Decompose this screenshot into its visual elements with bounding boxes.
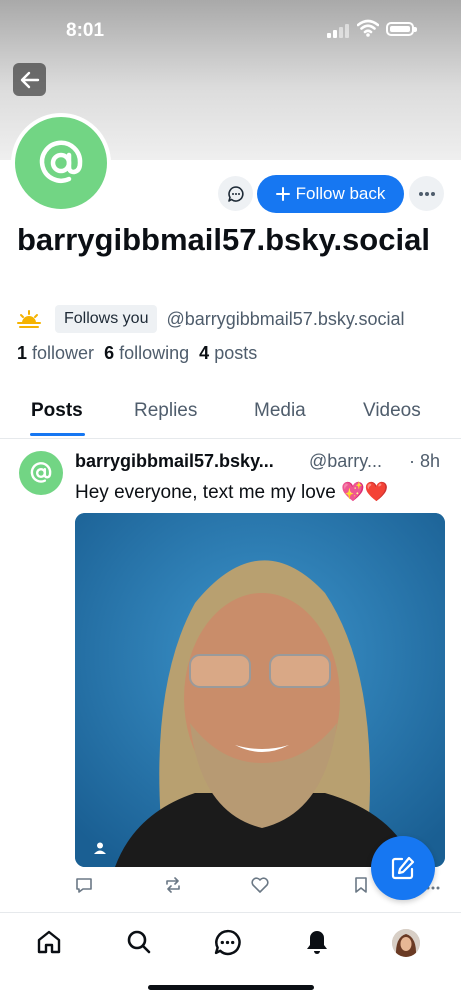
following-count: 6 bbox=[104, 343, 115, 363]
portrait-photo bbox=[75, 513, 445, 867]
post-author-handle[interactable]: @barry... bbox=[309, 451, 382, 472]
home-icon[interactable] bbox=[36, 929, 62, 955]
followers-label: follower bbox=[32, 343, 95, 363]
post-author-name[interactable]: barrygibbmail57.bsky... bbox=[75, 451, 274, 472]
chat-icon[interactable] bbox=[214, 929, 241, 956]
following-link[interactable]: 6 following bbox=[104, 343, 189, 363]
person-icon bbox=[94, 842, 106, 854]
profile-handle: @barrygibbmail57.bsky.social bbox=[166, 308, 405, 329]
home-indicator bbox=[148, 985, 314, 990]
tab-media[interactable]: Media bbox=[254, 400, 306, 422]
posts-label: posts bbox=[214, 343, 258, 363]
repost-icon[interactable] bbox=[163, 876, 183, 894]
message-button[interactable] bbox=[218, 176, 253, 211]
battery-icon bbox=[386, 22, 417, 36]
post-timestamp[interactable]: · 8h bbox=[409, 451, 440, 472]
tab-replies[interactable]: Replies bbox=[134, 400, 197, 422]
plus-icon bbox=[275, 187, 290, 201]
profile-badges: Follows you @barrygibbmail57.bsky.social bbox=[17, 304, 405, 334]
chat-bubble-icon bbox=[227, 185, 244, 202]
tab-posts[interactable]: Posts bbox=[31, 400, 83, 422]
bookmark-icon[interactable] bbox=[353, 876, 369, 894]
follow-back-button[interactable]: Follow back bbox=[257, 175, 404, 213]
profile-tabs: Posts Replies Media Videos bbox=[0, 390, 461, 439]
followers-link[interactable]: 1 follower bbox=[17, 343, 94, 363]
ellipsis-icon bbox=[418, 191, 435, 196]
follows-you-badge: Follows you bbox=[55, 305, 158, 333]
status-bar: 8:01 bbox=[0, 0, 461, 60]
posts-count: 4 bbox=[199, 343, 210, 363]
active-tab-indicator bbox=[30, 433, 85, 436]
search-icon[interactable] bbox=[126, 929, 152, 955]
posts-stat: 4 posts bbox=[199, 343, 257, 363]
following-label: following bbox=[119, 343, 190, 363]
cellular-signal-icon bbox=[327, 23, 349, 38]
like-icon[interactable] bbox=[250, 876, 270, 894]
profile-avatar[interactable] bbox=[11, 113, 111, 213]
wifi-icon bbox=[357, 19, 379, 37]
compose-icon bbox=[391, 856, 415, 880]
bell-icon[interactable] bbox=[304, 929, 330, 955]
compose-button[interactable] bbox=[371, 836, 435, 900]
arrow-left-icon bbox=[20, 71, 39, 88]
profile-avatar[interactable] bbox=[392, 929, 420, 957]
post-image[interactable] bbox=[75, 513, 445, 867]
status-time: 8:01 bbox=[66, 20, 105, 41]
at-sign-icon bbox=[30, 462, 52, 483]
post-text: Hey everyone, text me my love 💖❤️ bbox=[75, 482, 389, 503]
post-author-avatar[interactable] bbox=[19, 451, 63, 495]
user-photo bbox=[392, 929, 420, 957]
profile-display-name: barrygibbmail57.bsky.social bbox=[17, 222, 430, 257]
profile-stats: 1 follower 6 following 4 posts bbox=[17, 343, 257, 364]
followers-count: 1 bbox=[17, 343, 28, 363]
more-options-button[interactable] bbox=[409, 176, 444, 211]
reply-icon[interactable] bbox=[75, 876, 93, 894]
back-button[interactable] bbox=[13, 63, 46, 96]
tab-videos[interactable]: Videos bbox=[363, 400, 421, 422]
at-sign-icon bbox=[39, 140, 83, 183]
follow-back-label: Follow back bbox=[295, 184, 386, 203]
new-account-sun-icon bbox=[17, 310, 41, 328]
